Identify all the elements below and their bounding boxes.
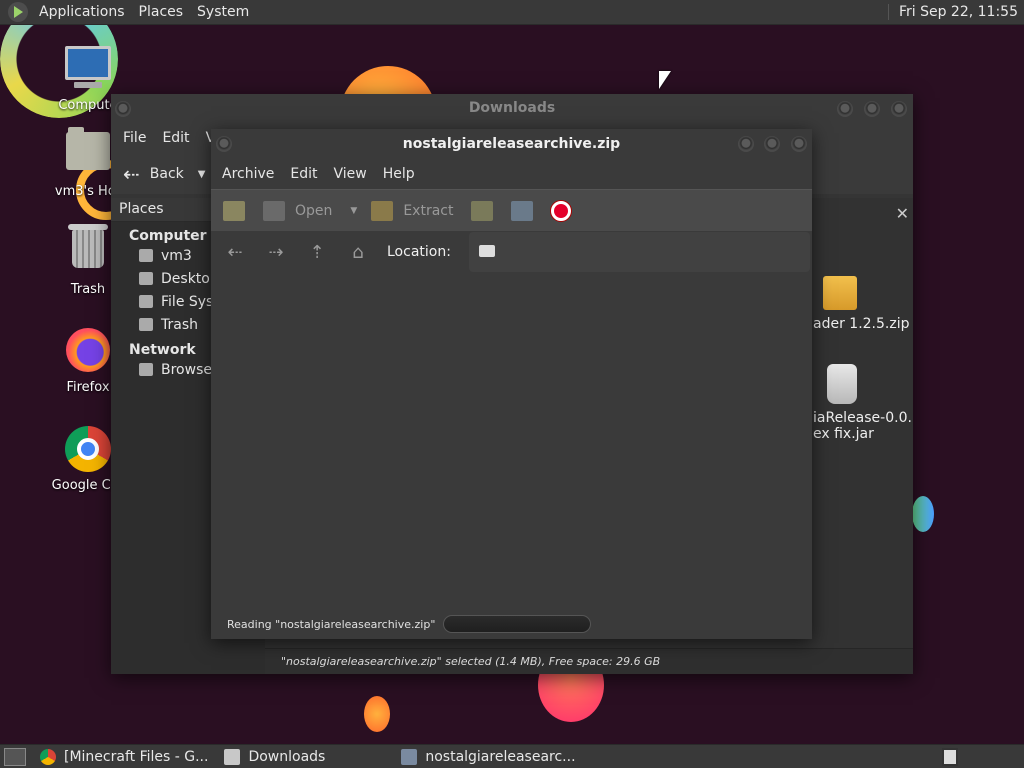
chrome-icon <box>64 426 112 474</box>
window-title: Downloads <box>468 100 556 116</box>
close-pane-icon[interactable]: ✕ <box>896 204 909 223</box>
menu-edit[interactable]: Edit <box>154 130 197 146</box>
top-panel: Applications Places System Fri Sep 22, 1… <box>0 0 1024 25</box>
jar-icon <box>827 364 857 404</box>
open-dropdown-icon[interactable]: ▼ <box>350 206 357 216</box>
new-archive-icon[interactable] <box>223 200 245 221</box>
location-field[interactable] <box>468 232 810 272</box>
archive-toolbar: Open ▼ Extract <box>211 189 812 231</box>
maximize-button[interactable] <box>864 101 880 117</box>
add-folder-icon[interactable] <box>511 200 534 221</box>
menu-view[interactable]: View <box>326 166 375 182</box>
back-arrow-icon[interactable]: ⇠ <box>123 162 140 186</box>
archive-file-list[interactable] <box>211 273 812 609</box>
applications-menu[interactable]: Applications <box>32 4 132 20</box>
menu-archive[interactable]: Archive <box>214 166 282 182</box>
minimize-button[interactable] <box>837 101 853 117</box>
system-menu[interactable]: System <box>190 4 256 20</box>
wallpaper-blue-blob <box>912 496 934 532</box>
home-folder-icon <box>64 127 112 180</box>
back-button[interactable]: Back <box>150 166 184 182</box>
chrome-icon <box>40 748 56 765</box>
mouse-cursor-icon <box>659 71 671 89</box>
folder-icon <box>224 748 241 765</box>
home-icon <box>139 249 153 262</box>
open-button[interactable]: Open <box>295 203 332 219</box>
wallpaper-orange-drop <box>364 696 390 732</box>
taskbar-item-chrome[interactable]: [Minecraft Files - G... <box>32 745 216 768</box>
package-icon <box>823 276 857 310</box>
taskbar-item-label: Downloads <box>248 748 326 765</box>
up-arrow-icon[interactable]: ⇡ <box>305 242 329 263</box>
firefox-icon <box>64 328 112 376</box>
location-label: Location: <box>387 244 451 260</box>
downloads-statusbar: "nostalgiareleasearchive.zip" selected (… <box>265 648 913 674</box>
workspace-switcher[interactable] <box>942 747 958 766</box>
archive-menubar: Archive Edit View Help <box>211 159 812 189</box>
window-menu-button[interactable] <box>115 101 131 117</box>
archive-manager-icon <box>401 748 418 765</box>
desktop-icon <box>139 272 153 285</box>
sidebar-item-label: Trash <box>161 317 198 333</box>
status-text: Reading "nostalgiareleasearchive.zip" <box>227 617 436 631</box>
bottom-panel: [Minecraft Files - G... Downloads nostal… <box>0 744 1024 768</box>
archive-titlebar[interactable]: nostalgiareleasearchive.zip <box>211 129 812 159</box>
network-icon <box>139 363 153 376</box>
back-arrow-icon[interactable]: ⇠ <box>223 242 247 263</box>
menu-file[interactable]: File <box>115 130 154 146</box>
location-bar: ⇠ ⇢ ⇡ ⌂ Location: <box>211 231 812 273</box>
extract-icon[interactable] <box>371 200 394 221</box>
trash-icon <box>139 318 153 331</box>
open-icon[interactable] <box>263 200 285 221</box>
menu-logo-icon[interactable] <box>8 2 28 22</box>
filesystem-icon <box>139 295 153 308</box>
file-item[interactable]: iaRelease-0.0. ex fix.jar <box>813 364 912 442</box>
folder-icon <box>478 245 495 257</box>
places-menu[interactable]: Places <box>132 4 191 20</box>
taskbar-item-archive[interactable]: nostalgiareleasearc... <box>393 745 583 768</box>
extract-button[interactable]: Extract <box>403 203 453 219</box>
maximize-button[interactable] <box>764 136 780 152</box>
add-files-icon[interactable] <box>471 200 494 221</box>
window-title: nostalgiareleasearchive.zip <box>402 136 621 152</box>
file-name: ader 1.2.5.zip <box>813 316 910 332</box>
menu-edit[interactable]: Edit <box>282 166 325 182</box>
taskbar-item-downloads[interactable]: Downloads <box>216 745 333 768</box>
window-menu-button[interactable] <box>216 136 232 152</box>
file-name-line2: ex fix.jar <box>813 426 874 442</box>
computer-icon <box>64 46 112 94</box>
close-button[interactable] <box>891 101 907 117</box>
progress-bar <box>443 615 592 633</box>
back-dropdown-icon[interactable]: ▼ <box>198 169 206 180</box>
file-name-line1: iaRelease-0.0. <box>813 410 912 426</box>
close-button[interactable] <box>791 136 807 152</box>
trash-icon <box>64 224 112 278</box>
sidebar-item-label: vm3 <box>161 248 192 264</box>
home-icon[interactable]: ⌂ <box>346 242 370 263</box>
forward-arrow-icon[interactable]: ⇢ <box>264 242 288 263</box>
menu-help[interactable]: Help <box>375 166 423 182</box>
minimize-button[interactable] <box>738 136 754 152</box>
taskbar-item-label: nostalgiareleasearc... <box>425 748 576 765</box>
file-item[interactable]: ader 1.2.5.zip <box>813 276 909 332</box>
downloads-titlebar[interactable]: Downloads <box>111 94 913 122</box>
show-desktop-button[interactable] <box>4 747 26 766</box>
clock[interactable]: Fri Sep 22, 11:55 <box>887 4 1024 20</box>
stop-icon[interactable] <box>551 200 572 221</box>
archive-statusbar: Reading "nostalgiareleasearchive.zip" <box>211 609 812 639</box>
taskbar-item-label: [Minecraft Files - G... <box>64 748 209 765</box>
archive-manager-window: nostalgiareleasearchive.zip Archive Edit… <box>211 129 812 639</box>
